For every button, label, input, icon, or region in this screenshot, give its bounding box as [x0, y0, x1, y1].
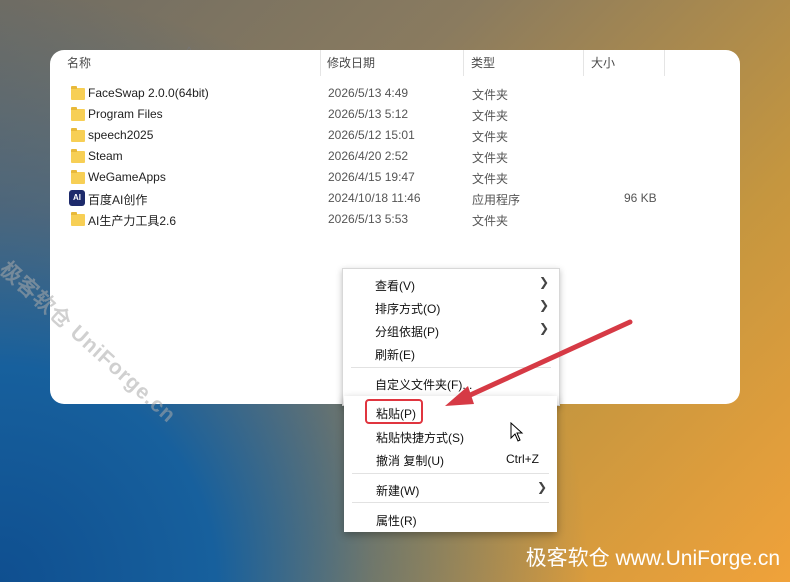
watermark-bottom: 极客软仓 www.UniForge.cn — [525, 547, 780, 570]
annotation-arrow-icon — [445, 319, 633, 406]
mouse-cursor-icon — [510, 422, 524, 442]
